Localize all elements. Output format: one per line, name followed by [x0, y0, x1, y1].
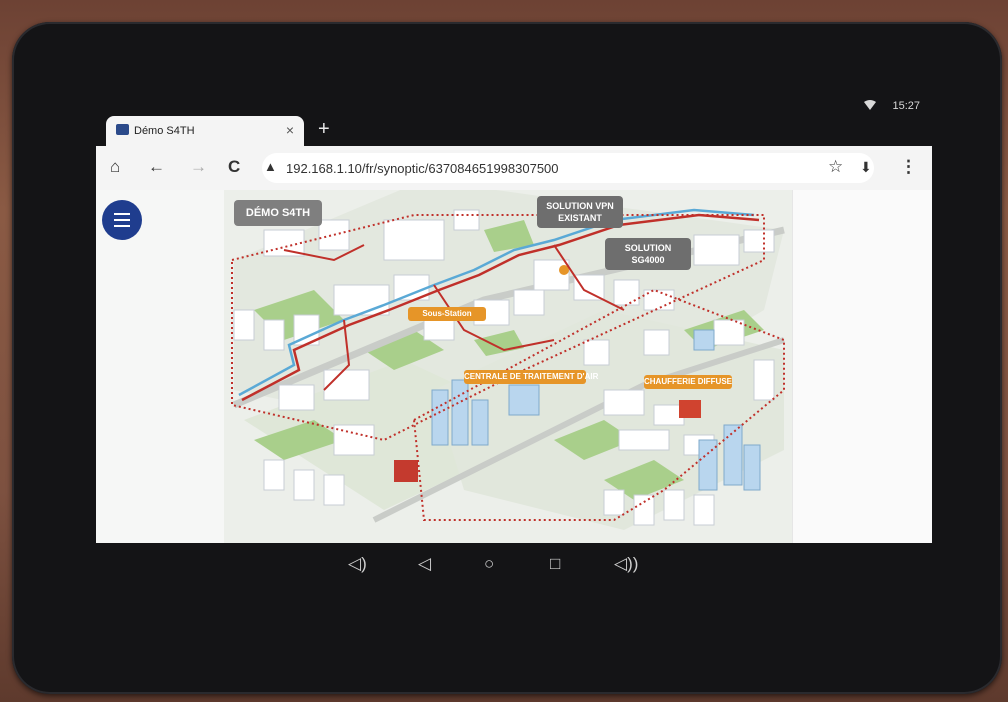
android-navigation-bar: ◁) ◁ ○ □ ◁)) — [96, 543, 932, 589]
address-bar[interactable]: ▲ 192.168.1.10/fr/synoptic/6370846519983… — [262, 153, 874, 183]
synoptic-map[interactable]: DÉMO S4TH SOLUTION VPN EXISTANT SOLUTION… — [224, 190, 792, 543]
hamburger-menu-button[interactable] — [102, 200, 142, 240]
download-icon[interactable]: ⬇ — [860, 159, 872, 176]
close-tab-icon[interactable]: × — [286, 122, 294, 138]
tag-chaufferie-diffuse[interactable]: CHAUFFERIE DIFFUSE — [644, 375, 732, 389]
not-secure-warning-icon[interactable]: ▲ — [264, 159, 277, 174]
home-icon[interactable]: ⌂ — [110, 157, 120, 177]
nav-recents-icon[interactable]: □ — [550, 554, 560, 574]
browser-toolbar: ⌂ ← → C ▲ 192.168.1.10/fr/synoptic/63708… — [96, 146, 932, 190]
callout-sg4000[interactable]: SOLUTION SG4000 — [605, 238, 691, 270]
isometric-city-map — [231, 190, 785, 530]
reload-icon[interactable]: C — [228, 157, 240, 177]
new-tab-button[interactable]: + — [318, 118, 330, 141]
wifi-icon — [864, 100, 876, 110]
more-menu-icon[interactable]: ⋮ — [900, 157, 917, 177]
callout-vpn-existant[interactable]: SOLUTION VPN EXISTANT — [537, 196, 623, 228]
tag-centrale-traitement-air[interactable]: CENTRALE DE TRAITEMENT D'AIR — [464, 370, 598, 384]
volume-up-icon[interactable]: ◁)) — [614, 554, 638, 574]
android-status-bar: 15:27 — [96, 96, 932, 118]
callout-sg-line2: SG4000 — [631, 255, 665, 265]
back-icon[interactable]: ← — [148, 157, 165, 177]
synoptic-title-badge: DÉMO S4TH — [234, 200, 322, 226]
callout-vpn-line1: SOLUTION VPN — [546, 201, 614, 211]
nav-back-icon[interactable]: ◁ — [418, 554, 431, 574]
tab-title: Démo S4TH — [134, 125, 195, 137]
nav-home-icon[interactable]: ○ — [484, 554, 494, 574]
volume-down-icon[interactable]: ◁) — [348, 554, 367, 574]
browser-tab[interactable]: Démo S4TH × — [106, 116, 304, 146]
status-time: 15:27 — [892, 100, 920, 112]
bookmark-star-icon[interactable]: ☆ — [828, 157, 843, 177]
tag-sous-station[interactable]: Sous-Station — [408, 307, 486, 321]
callout-vpn-line2: EXISTANT — [558, 213, 602, 223]
page-content: DÉMO S4TH SOLUTION VPN EXISTANT SOLUTION… — [96, 190, 932, 543]
callout-sg-line1: SOLUTION — [624, 243, 672, 253]
tab-strip: Démo S4TH × + — [96, 116, 932, 146]
url-text[interactable]: 192.168.1.10/fr/synoptic/637084651998307… — [286, 161, 559, 176]
forward-icon[interactable]: → — [190, 157, 207, 177]
right-side-panel — [792, 190, 932, 543]
favicon-icon — [116, 124, 129, 135]
